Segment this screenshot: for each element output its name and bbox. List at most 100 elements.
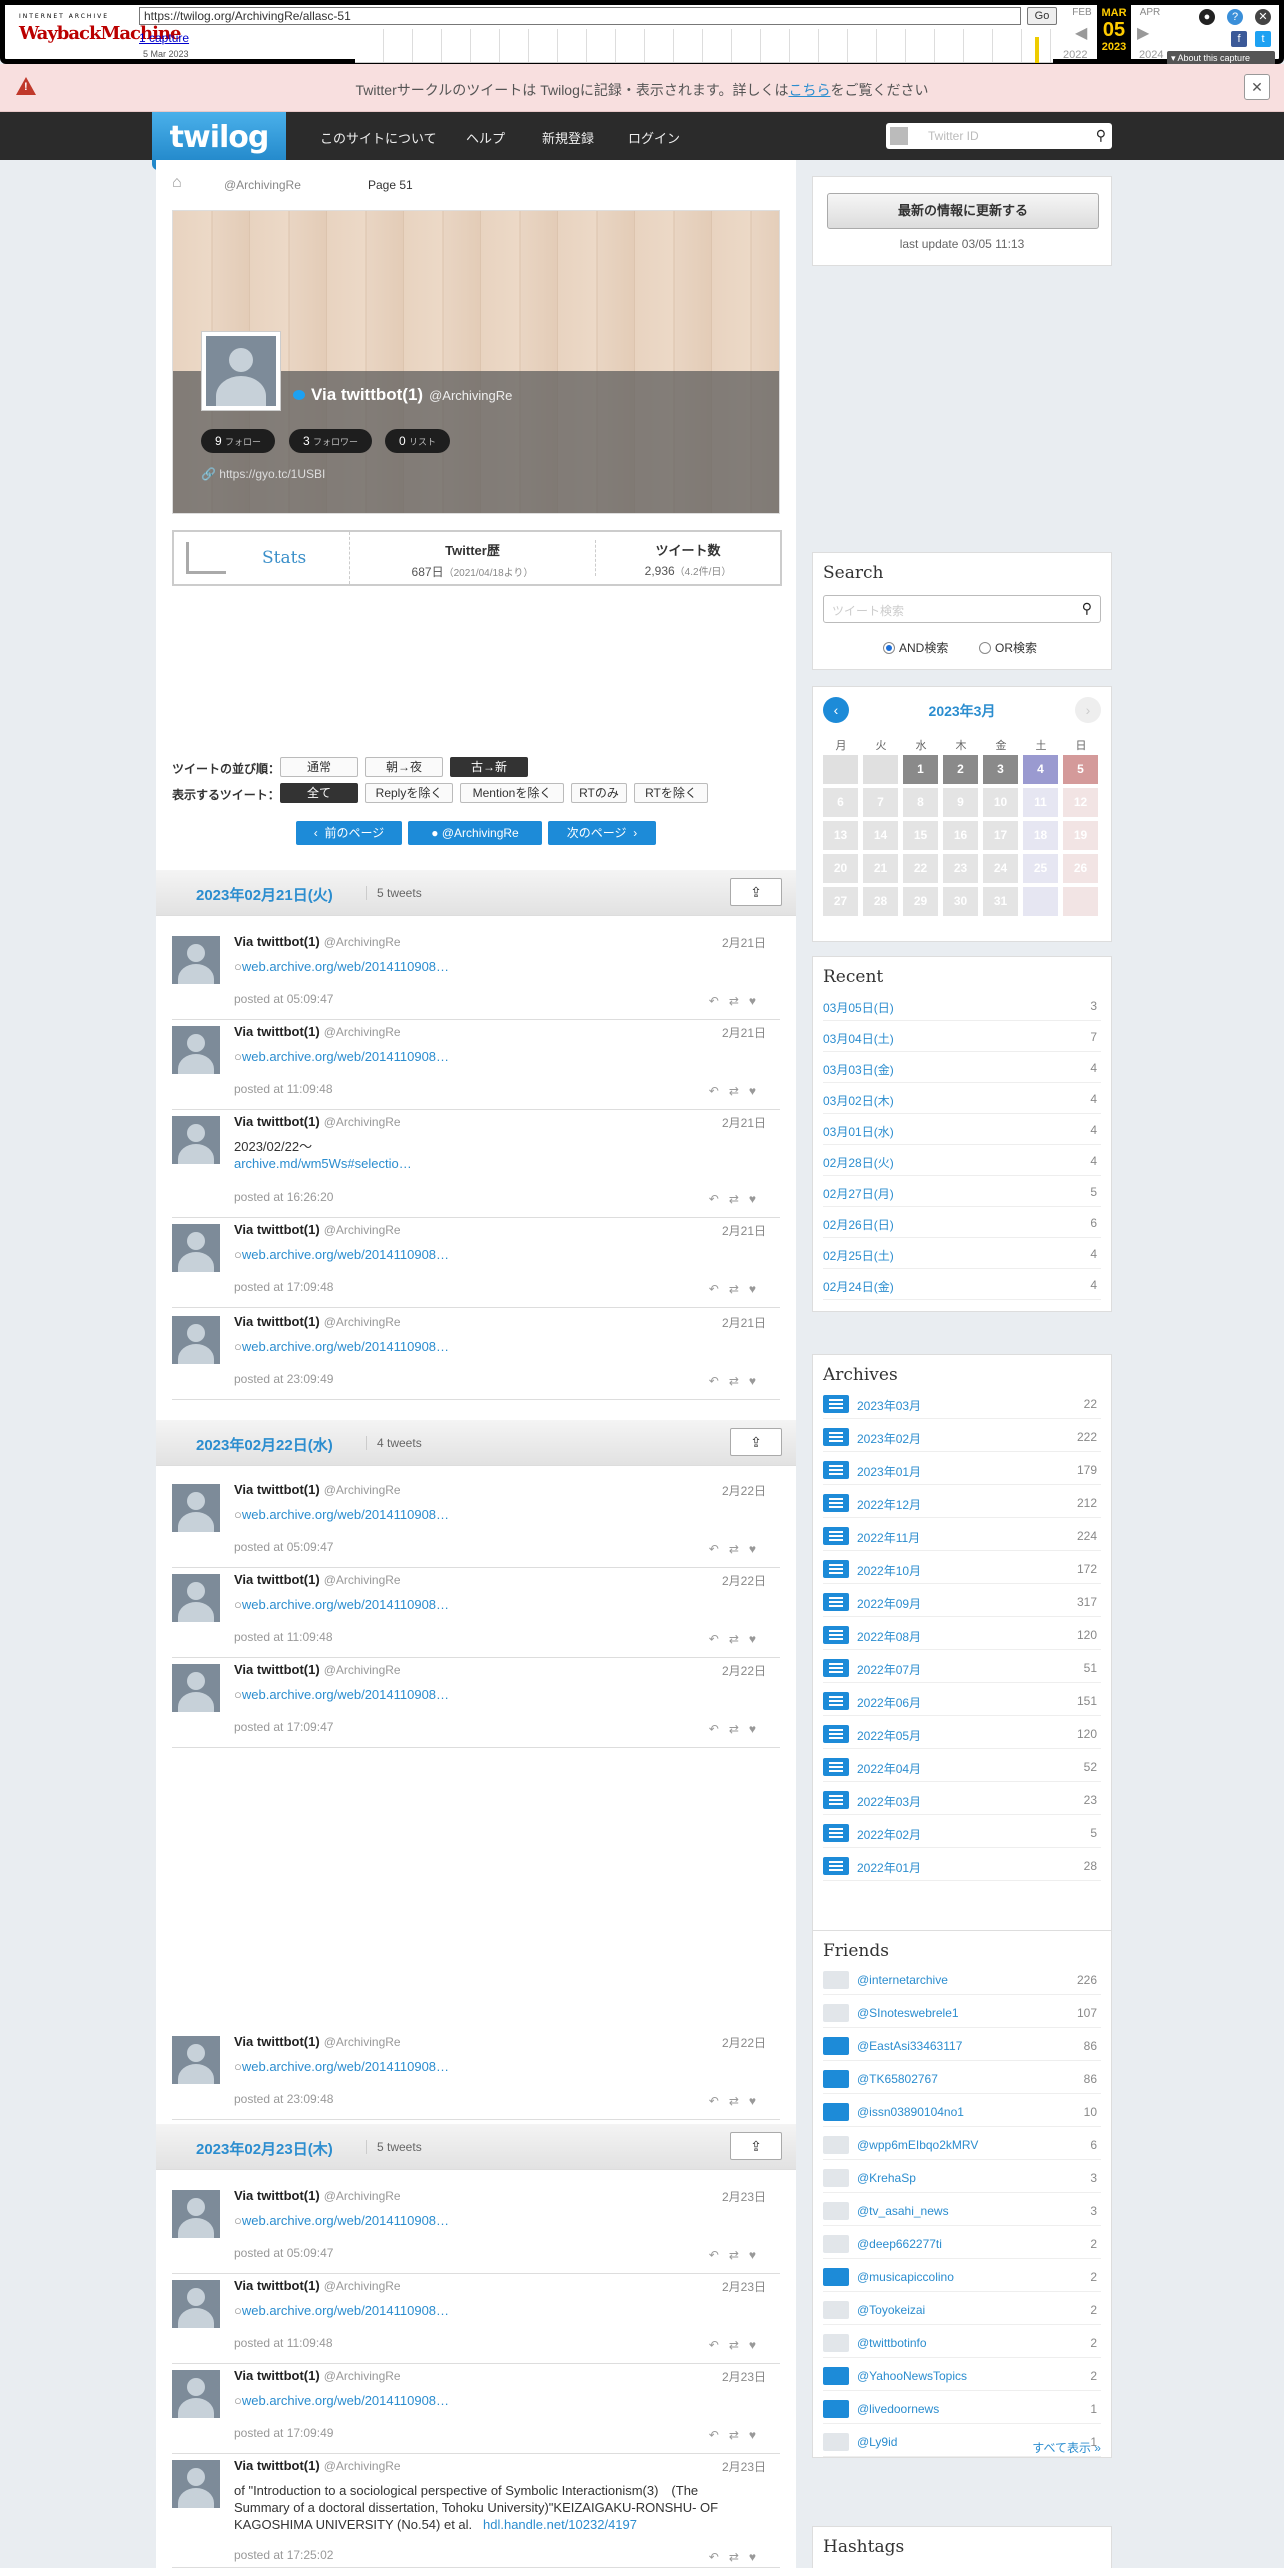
twitter-id-input[interactable]: Twitter ID (928, 129, 979, 143)
tweet-author[interactable]: Via twittbot(1) @ArchivingRe (234, 2458, 401, 2473)
like-icon[interactable]: ♥ (749, 2550, 766, 2564)
next-year[interactable]: 2024 (1139, 49, 1163, 61)
share-icon[interactable]: ⇪ (730, 2132, 782, 2160)
help-icon[interactable]: ? (1227, 9, 1243, 25)
tweet-author[interactable]: Via twittbot(1) @ArchivingRe (234, 1662, 401, 1677)
retweet-icon[interactable]: ⇄ (729, 1374, 749, 1388)
archive-item[interactable]: 2022年03月 23 (823, 1785, 1101, 1815)
archive-item[interactable]: 2022年08月 120 (823, 1620, 1101, 1650)
avatar[interactable] (172, 1224, 220, 1272)
retweet-icon[interactable]: ⇄ (729, 2094, 749, 2108)
calendar-day[interactable]: 3 (983, 755, 1018, 784)
archive-item[interactable]: 2023年03月 22 (823, 1389, 1101, 1419)
archive-item[interactable]: 2022年04月 52 (823, 1752, 1101, 1782)
day-date[interactable]: 2023年02月21日(火) (196, 884, 333, 905)
nav-about[interactable]: このサイトについて (320, 128, 437, 147)
tweet-link[interactable]: web.archive.org/web/2014110908… (242, 2303, 449, 2318)
tweet-date[interactable]: 2月21日 (722, 1222, 766, 1239)
recent-item[interactable]: 02月24日(金) 4 (823, 1270, 1101, 1300)
tweet-link[interactable]: web.archive.org/web/2014110908… (242, 1507, 449, 1522)
archive-item[interactable]: 2022年07月 51 (823, 1653, 1101, 1683)
calendar-day[interactable]: 5 (1063, 755, 1098, 784)
user-icon[interactable]: ● (1199, 9, 1215, 25)
avatar[interactable] (201, 331, 281, 411)
avatar[interactable] (172, 1316, 220, 1364)
tweet-time[interactable]: posted at 23:09:48 (234, 2092, 333, 2106)
avatar[interactable] (172, 2190, 220, 2238)
friend-item[interactable]: @Toyokeizai 2 (823, 2295, 1101, 2325)
tweet-link[interactable]: archive.md/wm5Ws#selectio… (234, 1156, 412, 1171)
tweet-author[interactable]: Via twittbot(1) @ArchivingRe (234, 934, 401, 949)
notice-close-button[interactable]: ✕ (1244, 74, 1270, 100)
tweet-link[interactable]: web.archive.org/web/2014110908… (242, 1339, 449, 1354)
tweet-time[interactable]: posted at 11:09:48 (234, 1630, 333, 1644)
friend-item[interactable]: @twittbotinfo 2 (823, 2328, 1101, 2358)
next-page-button[interactable]: 次のページ › (548, 821, 656, 845)
avatar[interactable] (172, 1026, 220, 1074)
reply-icon[interactable]: ↶ (709, 1374, 729, 1388)
order-normal[interactable]: 通常 (280, 757, 358, 777)
like-icon[interactable]: ♥ (749, 994, 766, 1008)
reply-icon[interactable]: ↶ (709, 1722, 729, 1736)
friend-item[interactable]: @internetarchive 226 (823, 1965, 1101, 1995)
reply-icon[interactable]: ↶ (709, 1542, 729, 1556)
archive-item[interactable]: 2023年01月 179 (823, 1455, 1101, 1485)
tweet-date[interactable]: 2月22日 (722, 1482, 766, 1499)
tweet-time[interactable]: posted at 11:09:48 (234, 1082, 333, 1096)
archive-item[interactable]: 2022年01月 28 (823, 1851, 1101, 1881)
recent-item[interactable]: 03月02日(木) 4 (823, 1084, 1101, 1114)
like-icon[interactable]: ♥ (749, 2094, 766, 2108)
tweet-date[interactable]: 2月22日 (722, 1572, 766, 1589)
archive-item[interactable]: 2023年02月 222 (823, 1422, 1101, 1452)
retweet-icon[interactable]: ⇄ (729, 1282, 749, 1296)
reply-icon[interactable]: ↶ (709, 2094, 729, 2108)
tweet-author[interactable]: Via twittbot(1) @ArchivingRe (234, 1572, 401, 1587)
tweet-date[interactable]: 2月23日 (722, 2368, 766, 2385)
tweet-link[interactable]: web.archive.org/web/2014110908… (242, 1597, 449, 1612)
wayback-logo[interactable]: INTERNET ARCHIVE WaybackMachine (19, 13, 181, 57)
tweet-date[interactable]: 2月22日 (722, 1662, 766, 1679)
avatar[interactable] (172, 1664, 220, 1712)
show-no-reply[interactable]: Replyを除く (365, 783, 453, 803)
share-icon[interactable]: ⇪ (730, 1428, 782, 1456)
tweet-author[interactable]: Via twittbot(1) @ArchivingRe (234, 1024, 401, 1039)
tweet-author[interactable]: Via twittbot(1) @ArchivingRe (234, 1314, 401, 1329)
like-icon[interactable]: ♥ (749, 2338, 766, 2352)
show-no-rt[interactable]: RTを除く (634, 783, 708, 803)
friend-item[interactable]: @wpp6mEIbqo2kMRV 6 (823, 2130, 1101, 2160)
retweet-icon[interactable]: ⇄ (729, 1632, 749, 1646)
tweet-date[interactable]: 2月21日 (722, 934, 766, 951)
reply-icon[interactable]: ↶ (709, 2338, 729, 2352)
friend-item[interactable]: @deep662277ti 2 (823, 2229, 1101, 2259)
tweet-author[interactable]: Via twittbot(1) @ArchivingRe (234, 2278, 401, 2293)
search-icon[interactable]: ⚲ (1096, 127, 1106, 144)
next-arrow-icon[interactable]: ▶ (1137, 23, 1149, 43)
calendar-day[interactable]: 4 (1023, 755, 1058, 784)
prev-page-button[interactable]: ‹ 前のページ (296, 821, 402, 845)
retweet-icon[interactable]: ⇄ (729, 994, 749, 1008)
recent-item[interactable]: 03月03日(金) 4 (823, 1053, 1101, 1083)
avatar[interactable] (172, 2280, 220, 2328)
tweet-time[interactable]: posted at 17:25:02 (234, 2548, 333, 2562)
like-icon[interactable]: ♥ (749, 1084, 766, 1098)
prev-month[interactable]: FEB (1067, 7, 1097, 18)
twitter-id-search[interactable]: Twitter ID ⚲ (886, 123, 1112, 149)
breadcrumb-user[interactable]: @ArchivingRe (224, 178, 301, 192)
retweet-icon[interactable]: ⇄ (729, 2550, 749, 2564)
friend-item[interactable]: @musicapiccolino 2 (823, 2262, 1101, 2292)
share-icon[interactable]: ⇪ (730, 878, 782, 906)
archive-item[interactable]: 2022年09月 317 (823, 1587, 1101, 1617)
archive-item[interactable]: 2022年12月 212 (823, 1488, 1101, 1518)
friends-show-all[interactable]: すべて表示 » (1032, 2439, 1101, 2456)
calendar-day[interactable]: 1 (903, 755, 938, 784)
calendar-day[interactable]: 2 (943, 755, 978, 784)
avatar[interactable] (172, 2460, 220, 2508)
recent-item[interactable]: 03月04日(土) 7 (823, 1022, 1101, 1052)
tweet-time[interactable]: posted at 17:09:49 (234, 2426, 333, 2440)
follower-count[interactable]: 3 フォロワー (289, 429, 373, 453)
friend-item[interactable]: @SInoteswebrele1 107 (823, 1998, 1101, 2028)
tweet-author[interactable]: Via twittbot(1) @ArchivingRe (234, 1482, 401, 1497)
facebook-icon[interactable]: f (1231, 31, 1247, 47)
retweet-icon[interactable]: ⇄ (729, 1542, 749, 1556)
nav-help[interactable]: ヘルプ (466, 128, 505, 147)
